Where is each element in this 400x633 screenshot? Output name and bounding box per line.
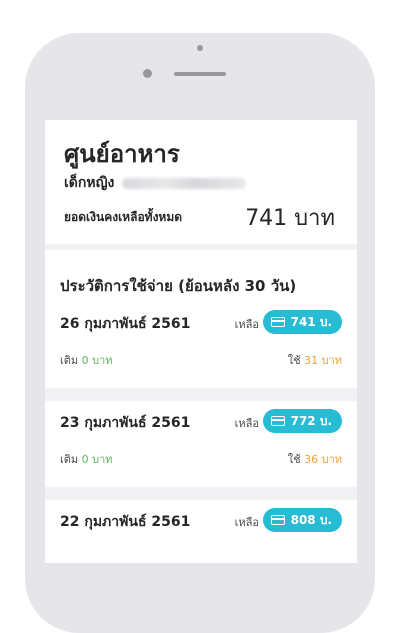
spend-line: ใช้ 36 บาท [288,450,342,468]
sensor-icon [143,69,152,78]
card-icon [270,515,285,525]
app-screen: ศูนย์อาหาร เด็กหญิง ยอดเงินคงเหลือทั้งหม… [45,120,357,563]
entry-date: 22 กุมภาพันธ์ 2561 [60,514,191,530]
history-section-header: ประวัติการใช้จ่าย (ย้อนหลัง 30 วัน) [45,250,357,302]
balance-label: ยอดเงินคงเหลือทั้งหมด [64,210,183,224]
topup-value: 0 บาท [81,354,113,367]
remain-value: 741 บ. [290,314,332,329]
history-title: ประวัติการใช้จ่าย (ย้อนหลัง 30 วัน) [60,277,297,295]
balance-value: 741 บาท [245,206,335,231]
topup-line: เติม 0 บาท [60,351,113,369]
topup-label: เติม [60,354,79,367]
remain-badge: 772 บ. [262,409,342,433]
student-name-line: เด็กหญิง [64,172,247,194]
spend-value: 36 บาท [304,453,342,466]
camera-icon [197,45,203,51]
history-entry[interactable]: 26 กุมภาพันธ์ 2561 เหลือ 741 บ. เติม 0 บ… [45,302,357,388]
remain-badge: 808 บ. [262,508,342,532]
history-entry[interactable]: 23 กุมภาพันธ์ 2561 เหลือ 772 บ. เติม 0 บ… [45,401,357,487]
history-entry[interactable]: 22 กุมภาพันธ์ 2561 เหลือ 808 บ. [45,500,357,563]
remain-label: เหลือ [234,318,259,331]
remain-value: 772 บ. [290,413,332,428]
spend-label: ใช้ [287,354,301,367]
topup-value: 0 บาท [81,453,113,466]
topup-line: เติม 0 บาท [60,450,113,468]
speaker-icon [174,72,226,76]
card-icon [270,416,285,426]
spend-label: ใช้ [287,453,301,466]
entry-date: 23 กุมภาพันธ์ 2561 [60,415,191,431]
spend-line: ใช้ 31 บาท [288,351,342,369]
topup-label: เติม [60,453,79,466]
remain-value: 808 บ. [290,512,332,527]
student-prefix: เด็กหญิง [64,175,115,191]
page-title: ศูนย์อาหาร [64,140,180,168]
entry-date: 26 กุมภาพันธ์ 2561 [60,316,191,332]
remain-badge: 741 บ. [262,310,342,334]
account-header: ศูนย์อาหาร เด็กหญิง ยอดเงินคงเหลือทั้งหม… [45,120,357,244]
spend-value: 31 บาท [304,354,342,367]
redacted-name [122,177,247,189]
card-icon [270,317,285,327]
remain-label: เหลือ [234,516,259,529]
remain-label: เหลือ [234,417,259,430]
